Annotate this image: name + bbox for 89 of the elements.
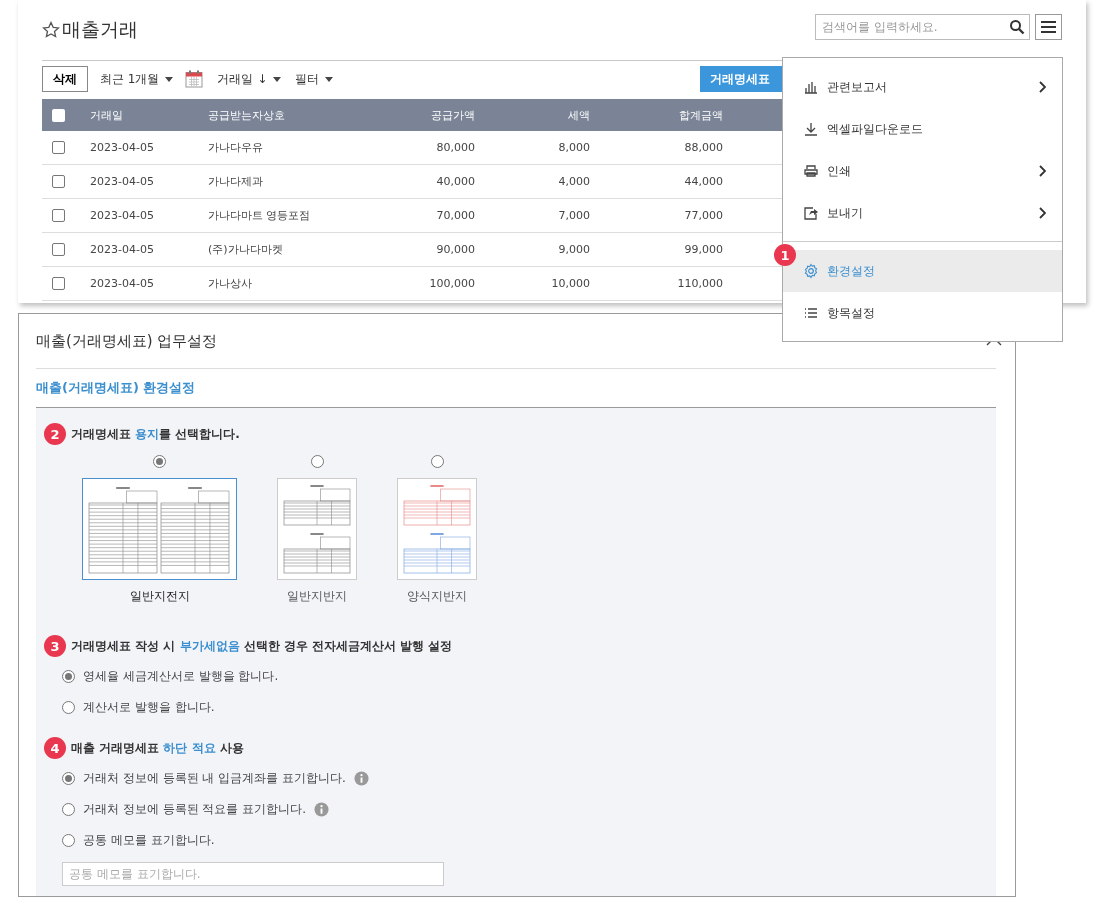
chevron-right-icon bbox=[1038, 81, 1046, 93]
table-cell-text: 44,000 bbox=[683, 175, 724, 188]
radio-button[interactable] bbox=[62, 803, 75, 816]
step-badge: 2 bbox=[44, 423, 66, 445]
section-heading: 매출 거래명세표 하단 적요 사용 bbox=[71, 739, 244, 757]
sort-dropdown[interactable]: 거래일 ↓ bbox=[215, 70, 284, 88]
option-label: 거래처 정보에 등록된 적요를 표기합니다. bbox=[83, 801, 307, 818]
table-cell-text: 8,000 bbox=[557, 141, 591, 154]
print-icon bbox=[803, 163, 819, 179]
row-checkbox[interactable] bbox=[52, 141, 65, 154]
table-cell-text: 2023-04-05 bbox=[90, 175, 155, 188]
paper-label: 일반지전지 bbox=[129, 588, 190, 605]
chevron-right-icon bbox=[1038, 165, 1046, 177]
period-dropdown[interactable]: 최근 1개월 bbox=[98, 70, 176, 88]
table-cell-text: 가나다우유 bbox=[208, 140, 264, 155]
menu-button[interactable] bbox=[1035, 14, 1062, 40]
search-field[interactable]: 검색어를 입력하세요. bbox=[815, 14, 1030, 40]
option-label: 공통 메모를 표기합니다. bbox=[83, 832, 215, 849]
menu-item[interactable]: 항목설정 bbox=[783, 292, 1062, 334]
search-icon[interactable] bbox=[1009, 19, 1025, 35]
list-icon bbox=[803, 305, 819, 321]
bar-chart-icon bbox=[803, 79, 819, 95]
info-icon[interactable] bbox=[353, 771, 369, 786]
column-header: 세액 bbox=[567, 107, 591, 123]
step-badge: 4 bbox=[44, 737, 66, 759]
info-icon[interactable] bbox=[314, 802, 330, 817]
table-cell-text: 10,000 bbox=[550, 277, 591, 290]
row-checkbox[interactable] bbox=[52, 209, 65, 222]
section-heading: 거래명세표 용지를 선택합니다. bbox=[71, 425, 240, 443]
menu-item[interactable]: 엑셀파일다운로드 bbox=[783, 108, 1062, 150]
table-cell-text: 2023-04-05 bbox=[90, 243, 155, 256]
option-label: 거래처 정보에 등록된 내 입금계좌를 표기합니다. bbox=[83, 770, 346, 787]
export-icon bbox=[803, 205, 819, 221]
table-cell-text: 4,000 bbox=[557, 175, 591, 188]
paper-label: 일반지반지 bbox=[287, 588, 347, 605]
option-label: 계산서로 발행을 합니다. bbox=[83, 699, 215, 716]
column-header: 합계금액 bbox=[678, 107, 724, 123]
menu-icon bbox=[1041, 21, 1056, 33]
table-cell-text: 가나다제과 bbox=[208, 174, 264, 189]
select-all-checkbox[interactable] bbox=[52, 108, 65, 122]
favorite-star-icon[interactable] bbox=[42, 21, 60, 39]
table-cell-text: (주)가나다마켓 bbox=[208, 242, 284, 257]
table-cell-text: 2023-04-05 bbox=[90, 141, 155, 154]
paper-label: 양식지반지 bbox=[407, 588, 467, 605]
caret-icon bbox=[273, 76, 282, 82]
option-label: 영세율 세금계산서로 발행을 합니다. bbox=[83, 668, 279, 685]
panel-title: 매출(거래명세표) 업무설정 bbox=[36, 331, 218, 351]
radio-button[interactable] bbox=[153, 455, 166, 468]
radio-button[interactable] bbox=[62, 834, 75, 847]
radio-button[interactable] bbox=[310, 455, 324, 468]
chevron-right-icon bbox=[1038, 207, 1046, 219]
row-checkbox[interactable] bbox=[52, 243, 65, 256]
table-cell-text: 77,000 bbox=[683, 209, 724, 222]
table-cell-text: 9,000 bbox=[557, 243, 591, 256]
menu-item[interactable]: 보내기 bbox=[783, 192, 1062, 234]
table-cell-text: 99,000 bbox=[683, 243, 724, 256]
table-cell-text: 90,000 bbox=[435, 243, 476, 256]
memo-field[interactable]: 공통 메모를 표기합니다. bbox=[62, 862, 444, 886]
caret-icon bbox=[165, 76, 174, 82]
radio-button[interactable] bbox=[62, 701, 75, 714]
caret-icon bbox=[325, 76, 334, 82]
download-icon bbox=[803, 121, 819, 137]
table-cell-text: 40,000 bbox=[435, 175, 476, 188]
settings-icon bbox=[803, 263, 819, 279]
table-cell-text: 2023-04-05 bbox=[90, 277, 155, 290]
table-cell-text: 가나다마트 영등포점 bbox=[208, 208, 312, 223]
table-cell-text: 2023-04-05 bbox=[90, 209, 155, 222]
table-cell-text: 100,000 bbox=[428, 277, 476, 290]
table-cell-text: 80,000 bbox=[435, 141, 476, 154]
radio-button[interactable] bbox=[62, 772, 75, 785]
row-checkbox[interactable] bbox=[52, 175, 65, 188]
radio-button[interactable] bbox=[62, 670, 75, 683]
table-cell-text: 110,000 bbox=[676, 277, 724, 290]
radio-button[interactable] bbox=[430, 455, 444, 468]
step-badge: 3 bbox=[44, 635, 66, 657]
column-header: 공급가액 bbox=[430, 107, 476, 123]
table-cell-text: 가나상사 bbox=[208, 276, 253, 291]
column-header: 공급받는자상호 bbox=[208, 107, 286, 123]
column-header: 거래일 bbox=[90, 107, 124, 123]
menu-item[interactable]: 인쇄 bbox=[783, 150, 1062, 192]
filter-dropdown[interactable]: 필터 bbox=[293, 70, 336, 88]
section-heading: 거래명세표 작성 시 부가세없음 선택한 경우 전자세금계산서 발행 설정 bbox=[71, 637, 453, 655]
calendar-icon[interactable] bbox=[185, 70, 204, 88]
delete-button[interactable]: 삭제 bbox=[42, 66, 88, 92]
row-checkbox[interactable] bbox=[52, 277, 65, 290]
page-title: 매출거래 bbox=[62, 17, 138, 42]
table-cell-text: 88,000 bbox=[683, 141, 724, 154]
table-cell-text: 70,000 bbox=[435, 209, 476, 222]
table-cell-text: 7,000 bbox=[557, 209, 591, 222]
